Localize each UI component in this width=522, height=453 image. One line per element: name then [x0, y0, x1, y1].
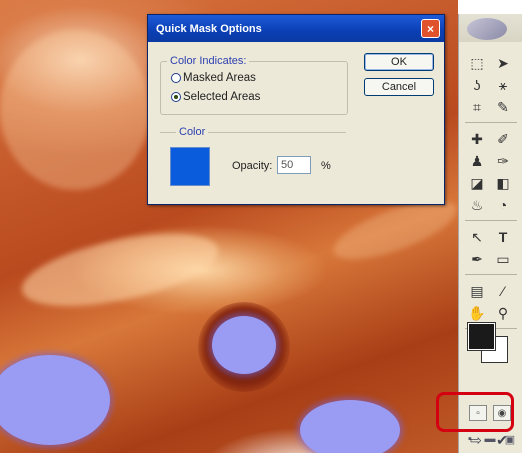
- close-icon: ×: [426, 21, 434, 36]
- notes-tool-icon[interactable]: ▤: [465, 280, 489, 302]
- opacity-unit: %: [321, 160, 331, 172]
- pen-tool-icon[interactable]: ✒: [465, 248, 489, 270]
- masked-areas-option[interactable]: Masked Areas: [171, 72, 256, 84]
- toolbox-header[interactable]: [459, 14, 522, 42]
- opacity-input[interactable]: 50: [277, 156, 311, 174]
- dialog-title: Quick Mask Options: [156, 22, 262, 35]
- canvas-blue-oval: [0, 355, 110, 445]
- ok-button[interactable]: OK: [364, 53, 434, 71]
- selected-areas-option[interactable]: Selected Areas: [171, 91, 260, 103]
- dialog-titlebar[interactable]: Quick Mask Options ×: [148, 15, 444, 42]
- checkmark-icon[interactable]: ✔: [490, 430, 514, 450]
- canvas-swirl: [15, 219, 225, 321]
- eyedropper-tool-icon[interactable]: ⁄: [491, 280, 515, 302]
- opacity-label: Opacity:: [232, 160, 273, 172]
- marquee-tool-icon[interactable]: ⬚: [465, 52, 489, 74]
- quick-mask-highlight: [436, 392, 514, 432]
- jump-to-imageready-icon[interactable]: ⇨: [464, 430, 488, 450]
- toolbox-divider: [465, 122, 517, 123]
- canvas-blue-oval: [300, 400, 400, 453]
- blur-tool-icon[interactable]: ♨: [465, 194, 489, 216]
- zoom-tool-icon[interactable]: ⚲: [491, 302, 515, 324]
- toolbox-divider: [465, 220, 517, 221]
- selected-areas-label: Selected Areas: [183, 91, 261, 103]
- cancel-button[interactable]: Cancel: [364, 78, 434, 96]
- shape-tool-icon[interactable]: ▭: [491, 248, 515, 270]
- toolbox-divider: [465, 274, 517, 275]
- path-selection-tool-icon[interactable]: ↖: [465, 226, 489, 248]
- color-legend: Color: [176, 126, 209, 138]
- toolbox: ⬚ ➤ ʖ ⚹ ⌗ ✎ ✚ ✐ ♟ ✑ ◪ ◧ ♨ ◔ ↖ T ✒ ▭ ▤ ⁄ …: [458, 14, 522, 453]
- feather-logo-icon: [467, 18, 507, 40]
- quick-mask-options-dialog: Quick Mask Options × Color Indicates: Ma…: [147, 14, 445, 205]
- crop-tool-icon[interactable]: ⌗: [465, 96, 489, 118]
- canvas-swirl: [0, 30, 150, 190]
- color-indicates-group: Color Indicates: Masked Areas Selected A…: [160, 55, 348, 115]
- lasso-tool-icon[interactable]: ʖ: [465, 74, 489, 96]
- move-tool-icon[interactable]: ➤: [491, 52, 515, 74]
- selected-areas-radio[interactable]: [171, 92, 181, 102]
- slice-tool-icon[interactable]: ✎: [491, 96, 515, 118]
- hand-tool-icon[interactable]: ✋: [465, 302, 489, 324]
- brush-tool-icon[interactable]: ✐: [491, 128, 515, 150]
- masked-areas-label: Masked Areas: [183, 72, 256, 84]
- color-group: Color: [160, 126, 346, 138]
- healing-brush-tool-icon[interactable]: ✚: [465, 128, 489, 150]
- foreground-color-swatch[interactable]: [468, 323, 495, 350]
- close-button[interactable]: ×: [421, 19, 440, 38]
- clone-stamp-tool-icon[interactable]: ♟: [465, 150, 489, 172]
- eraser-tool-icon[interactable]: ◪: [465, 172, 489, 194]
- paint-bucket-tool-icon[interactable]: ◧: [491, 172, 515, 194]
- type-tool-icon[interactable]: T: [491, 226, 515, 248]
- history-brush-tool-icon[interactable]: ✑: [491, 150, 515, 172]
- dodge-tool-icon[interactable]: ◔: [491, 194, 515, 216]
- magic-wand-tool-icon[interactable]: ⚹: [491, 74, 515, 96]
- canvas-blue-oval: [212, 316, 276, 374]
- masked-areas-radio[interactable]: [171, 73, 181, 83]
- mask-color-swatch[interactable]: [170, 147, 210, 186]
- color-indicates-legend: Color Indicates:: [167, 55, 250, 67]
